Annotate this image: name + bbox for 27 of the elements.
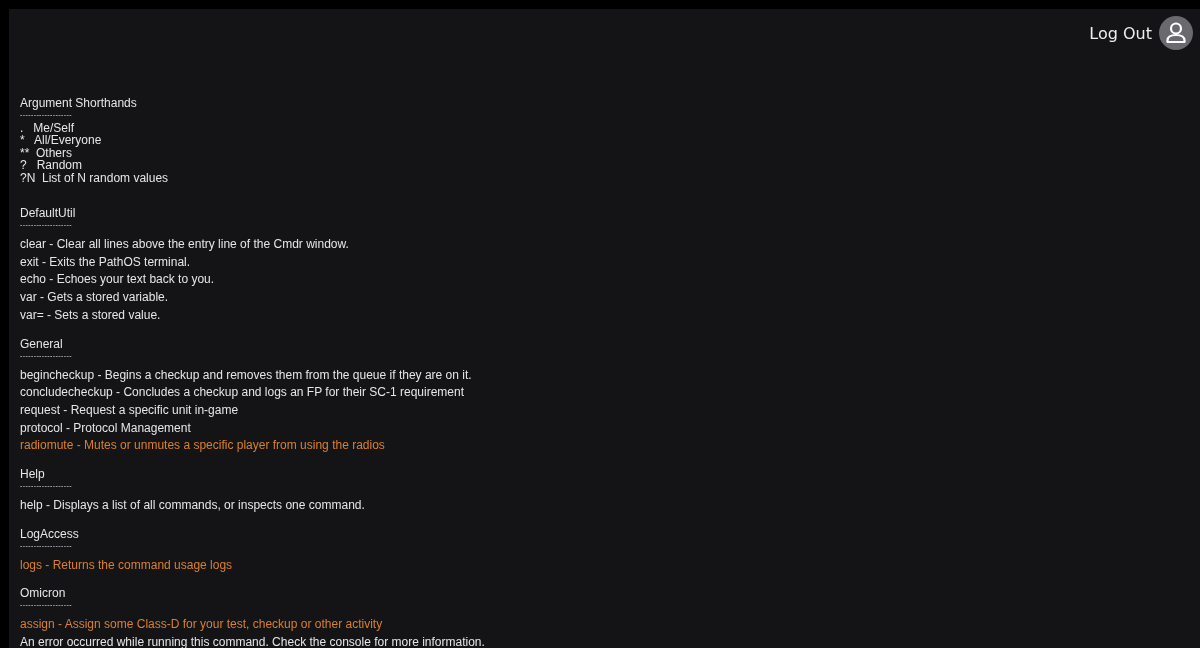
section-heading: Argument Shorthands [20, 96, 138, 110]
command-line: radiomute - Mutes or unmutes a specific player from using the radios [20, 437, 385, 455]
command-line: request - Request a specific unit in-game [20, 401, 239, 419]
command-line: protocol - Protocol Management [20, 419, 191, 437]
error-message: An error occurred while running this command. Check the console for more information. [20, 634, 485, 648]
shorthand-line: * All/Everyone [20, 134, 102, 147]
command-line: assign - Assign some Class-D for your test, checkup or other activity [20, 616, 383, 634]
section-heading: Help [20, 467, 46, 482]
command-line: clear - Clear all lines above the entry line of the Cmdr window. [20, 236, 349, 254]
log-out-button[interactable]: Log Out [1089, 23, 1152, 43]
section-heading: General [20, 336, 64, 351]
shorthand-line: ** Others [20, 146, 73, 160]
command-line: exit - Exits the PathOS terminal. [20, 253, 191, 271]
command-line: var - Gets a stored variable. [20, 289, 169, 307]
command-line: help - Displays a list of all commands, or inspects one command. [20, 497, 365, 515]
command-line: concludecheckup - Concludes a checkup and logs an FP for their SC-1 requirement [20, 384, 465, 402]
section-heading: DefaultUtil [20, 206, 77, 221]
command-line: begincheckup - Begins a checkup and removes them from the queue if they are on it. [20, 366, 472, 384]
shorthand-line: ? Random [20, 159, 83, 172]
shorthand-line: . Me/Self [20, 122, 75, 135]
command-line: echo - Echoes your text back to you. [20, 271, 215, 289]
user-avatar-icon[interactable] [1159, 16, 1193, 50]
section-heading: Omicron [20, 586, 67, 601]
section-heading: LogAccess [20, 526, 80, 541]
command-line: logs - Returns the command usage logs [20, 556, 233, 574]
shorthand-line: ?N List of N random values [20, 171, 169, 185]
command-line: var= - Sets a stored value. [20, 306, 161, 324]
